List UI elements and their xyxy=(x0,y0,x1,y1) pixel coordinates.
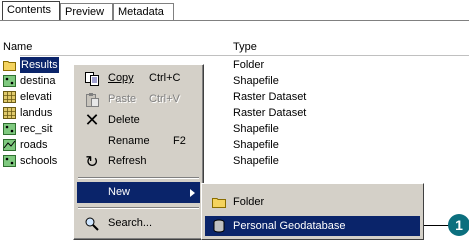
list-item-type: Shapefile xyxy=(233,139,279,151)
paste-icon xyxy=(86,93,99,107)
tab-baseline xyxy=(0,20,469,21)
column-header-name[interactable]: Name xyxy=(3,40,32,55)
submenu-item-text: Personal Geodatabase xyxy=(233,220,346,232)
callout-badge: 1 xyxy=(448,214,469,236)
new-submenu: Folder Personal Geodatabase xyxy=(201,183,424,240)
menu-item-delete[interactable]: ✕ Delete xyxy=(77,110,200,131)
list-item-name: roads xyxy=(20,139,48,151)
menu-separator xyxy=(78,177,199,179)
column-header-type[interactable]: Type xyxy=(233,40,257,55)
list-item-type: Shapefile xyxy=(233,155,279,167)
list-item-type: Shapefile xyxy=(233,123,279,135)
menu-item-shortcut: F2 xyxy=(173,135,186,147)
submenu-item-text: Folder xyxy=(233,196,265,208)
folder-icon xyxy=(212,198,226,208)
delete-icon: ✕ xyxy=(84,110,100,131)
list-item-name: rec_sit xyxy=(20,123,53,135)
list-item[interactable]: roads Shapefile xyxy=(0,137,469,153)
list-item-type: Shapefile xyxy=(233,75,279,87)
menu-item-new[interactable]: New xyxy=(77,182,200,203)
list-item-type: Folder xyxy=(233,59,265,71)
list-item[interactable]: elevati Raster Dataset xyxy=(0,89,469,105)
menu-item-text: New xyxy=(108,186,131,198)
menu-item-shortcut: Ctrl+V xyxy=(149,93,180,105)
menu-item-refresh[interactable]: ↻ Refresh xyxy=(77,151,200,172)
list-item-name: destina xyxy=(20,75,56,87)
geodatabase-icon xyxy=(213,219,225,233)
menu-item-label: Copy xyxy=(108,68,134,89)
tab-metadata[interactable]: Metadata xyxy=(113,3,174,20)
line-shapefile-icon xyxy=(3,139,16,151)
raster-icon xyxy=(3,91,16,103)
menu-item-text: Paste xyxy=(108,93,137,105)
tab-bar: Contents Preview Metadata xyxy=(0,0,469,22)
menu-item-text: Search... xyxy=(108,217,153,229)
context-menu: Copy Ctrl+C Paste Ctrl+V ✕ Delete Rename… xyxy=(73,64,204,240)
shapefile-icon xyxy=(3,155,16,167)
list-item-type: Raster Dataset xyxy=(233,91,307,103)
menu-item-text: Copy xyxy=(108,72,134,84)
list-item[interactable]: rec_sit Shapefile xyxy=(0,121,469,137)
list-item-name: schools xyxy=(20,155,58,167)
search-icon xyxy=(85,217,99,231)
submenu-item-personal-geodatabase[interactable]: Personal Geodatabase xyxy=(205,216,420,236)
shapefile-icon xyxy=(3,123,16,135)
list-item-type: Raster Dataset xyxy=(233,107,307,119)
folder-icon xyxy=(3,61,16,71)
menu-item-rename[interactable]: Rename F2 xyxy=(77,131,200,152)
list-item[interactable]: Results Folder xyxy=(0,57,469,73)
menu-item-text: Delete xyxy=(108,114,140,126)
raster-icon xyxy=(3,107,16,119)
submenu-arrow-icon xyxy=(190,189,195,197)
tab-preview[interactable]: Preview xyxy=(60,3,113,20)
menu-item-shortcut: Ctrl+C xyxy=(149,72,181,84)
menu-item-paste[interactable]: Paste Ctrl+V xyxy=(77,89,200,110)
list-item-name: Results xyxy=(20,57,59,73)
menu-item-copy[interactable]: Copy Ctrl+C xyxy=(77,68,200,89)
menu-separator xyxy=(78,207,199,209)
refresh-icon: ↻ xyxy=(85,152,99,171)
copy-icon xyxy=(85,72,99,86)
submenu-item-folder[interactable]: Folder xyxy=(205,192,420,212)
list-item[interactable]: destina Shapefile xyxy=(0,73,469,89)
list-item[interactable]: schools Shapefile xyxy=(0,153,469,169)
menu-item-text: Refresh xyxy=(108,155,147,167)
menu-item-text: Rename xyxy=(108,135,150,147)
list-item-name: elevati xyxy=(20,91,52,103)
callout-leader-line xyxy=(424,225,450,226)
header-divider xyxy=(20,55,469,56)
list-item[interactable]: landus Raster Dataset xyxy=(0,105,469,121)
tab-contents[interactable]: Contents xyxy=(2,1,60,21)
menu-item-search[interactable]: Search... xyxy=(77,213,200,234)
shapefile-icon xyxy=(3,75,16,87)
list-item-name: landus xyxy=(20,107,53,119)
